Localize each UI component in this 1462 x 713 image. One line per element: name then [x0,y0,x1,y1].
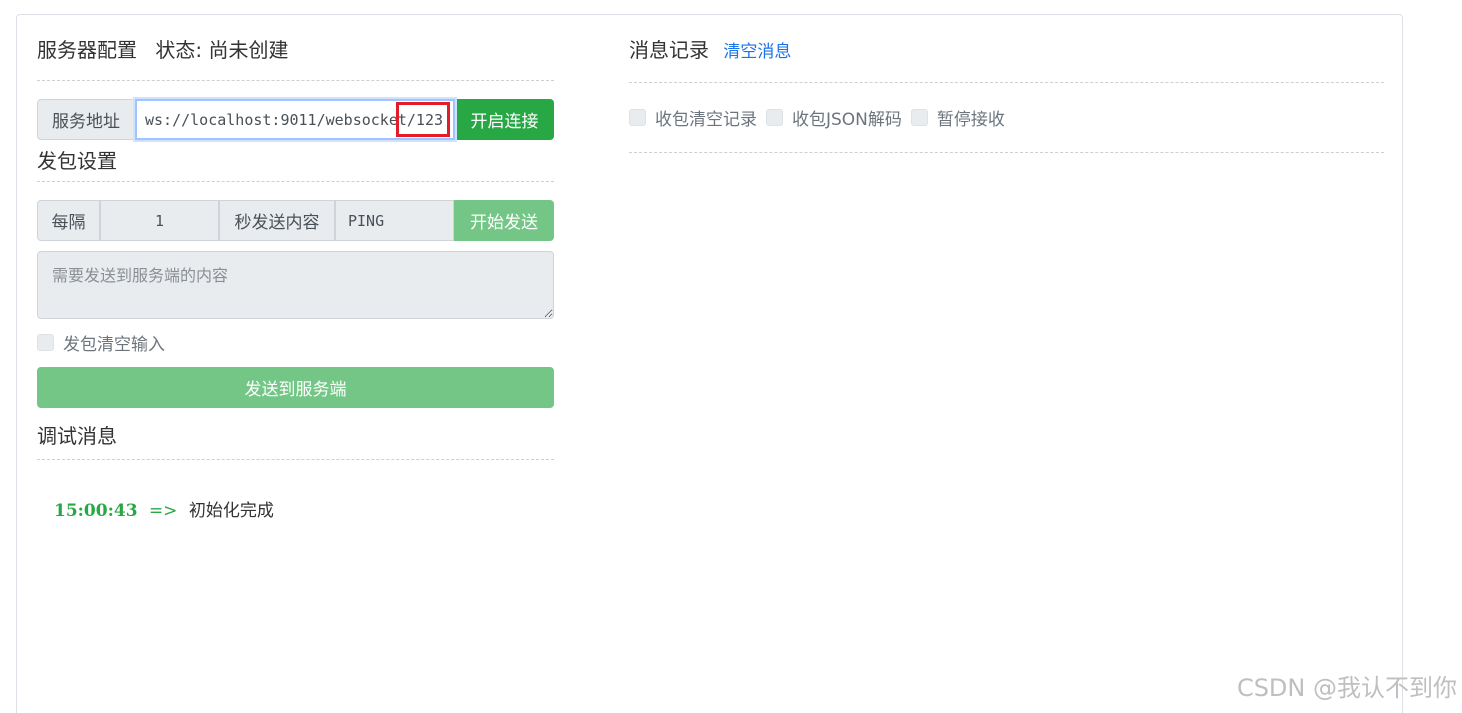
send-content-textarea[interactable] [37,251,554,319]
option-json-decode-checkbox[interactable] [766,109,783,126]
log-text: 初始化完成 [188,501,274,521]
interval-input[interactable] [100,200,219,241]
send-settings-header: 发包设置 [37,140,554,182]
server-url-input[interactable]: ws://localhost:9011/websocket/123 [135,99,455,140]
server-config-title: 服务器配置 [37,38,137,62]
server-address-group: 服务地址 ws://localhost:9011/websocket/123 开… [37,99,554,140]
status-label: 状态: [155,38,203,62]
message-options: 收包清空记录 收包JSON解码 暂停接收 [629,83,1384,153]
option-clear-on-receive-checkbox[interactable] [629,109,646,126]
messages-header: 消息记录 清空消息 [629,15,1384,83]
debug-header: 调试消息 [37,408,554,460]
content-input[interactable] [335,200,454,241]
interval-prefix-label: 每隔 [37,200,100,241]
interval-send-group: 每隔 秒发送内容 开始发送 [37,200,554,241]
option-clear-on-receive-label: 收包清空记录 [655,110,757,130]
clear-input-checkbox[interactable] [37,334,54,351]
log-arrow: => [148,501,178,521]
clear-messages-link[interactable]: 清空消息 [723,42,791,62]
server-address-label: 服务地址 [37,99,135,140]
websocket-tool-card: 服务器配置 状态: 尚未创建 服务地址 ws://localhost:9011/… [16,14,1403,713]
clear-input-label: 发包清空输入 [63,335,165,355]
left-panel: 服务器配置 状态: 尚未创建 服务地址 ws://localhost:9011/… [37,15,554,521]
csdn-watermark: CSDN @我认不到你 [1236,674,1457,702]
log-time: 15:00:43 [54,501,138,521]
url-highlight-box [396,102,450,137]
messages-title: 消息记录 [629,38,709,62]
option-pause-receive[interactable]: 暂停接收 [910,105,1005,130]
start-send-button[interactable]: 开始发送 [454,200,554,241]
send-to-server-button[interactable]: 发送到服务端 [37,367,554,408]
send-settings-title: 发包设置 [37,149,117,173]
server-config-header: 服务器配置 状态: 尚未创建 [37,15,554,81]
interval-suffix-label: 秒发送内容 [219,200,335,241]
connect-button[interactable]: 开启连接 [455,99,554,140]
option-json-decode[interactable]: 收包JSON解码 [766,105,902,130]
debug-log-line: 15:00:43 => 初始化完成 [37,496,554,521]
option-clear-on-receive[interactable]: 收包清空记录 [629,105,757,130]
status-value: 尚未创建 [208,38,289,62]
right-panel: 消息记录 清空消息 收包清空记录 收包JSON解码 暂停接收 [629,15,1384,153]
option-pause-receive-label: 暂停接收 [936,110,1005,130]
debug-title: 调试消息 [37,424,117,448]
clear-input-option[interactable]: 发包清空输入 [37,330,554,355]
option-pause-receive-checkbox[interactable] [910,109,928,126]
option-json-decode-label: 收包JSON解码 [792,110,902,130]
